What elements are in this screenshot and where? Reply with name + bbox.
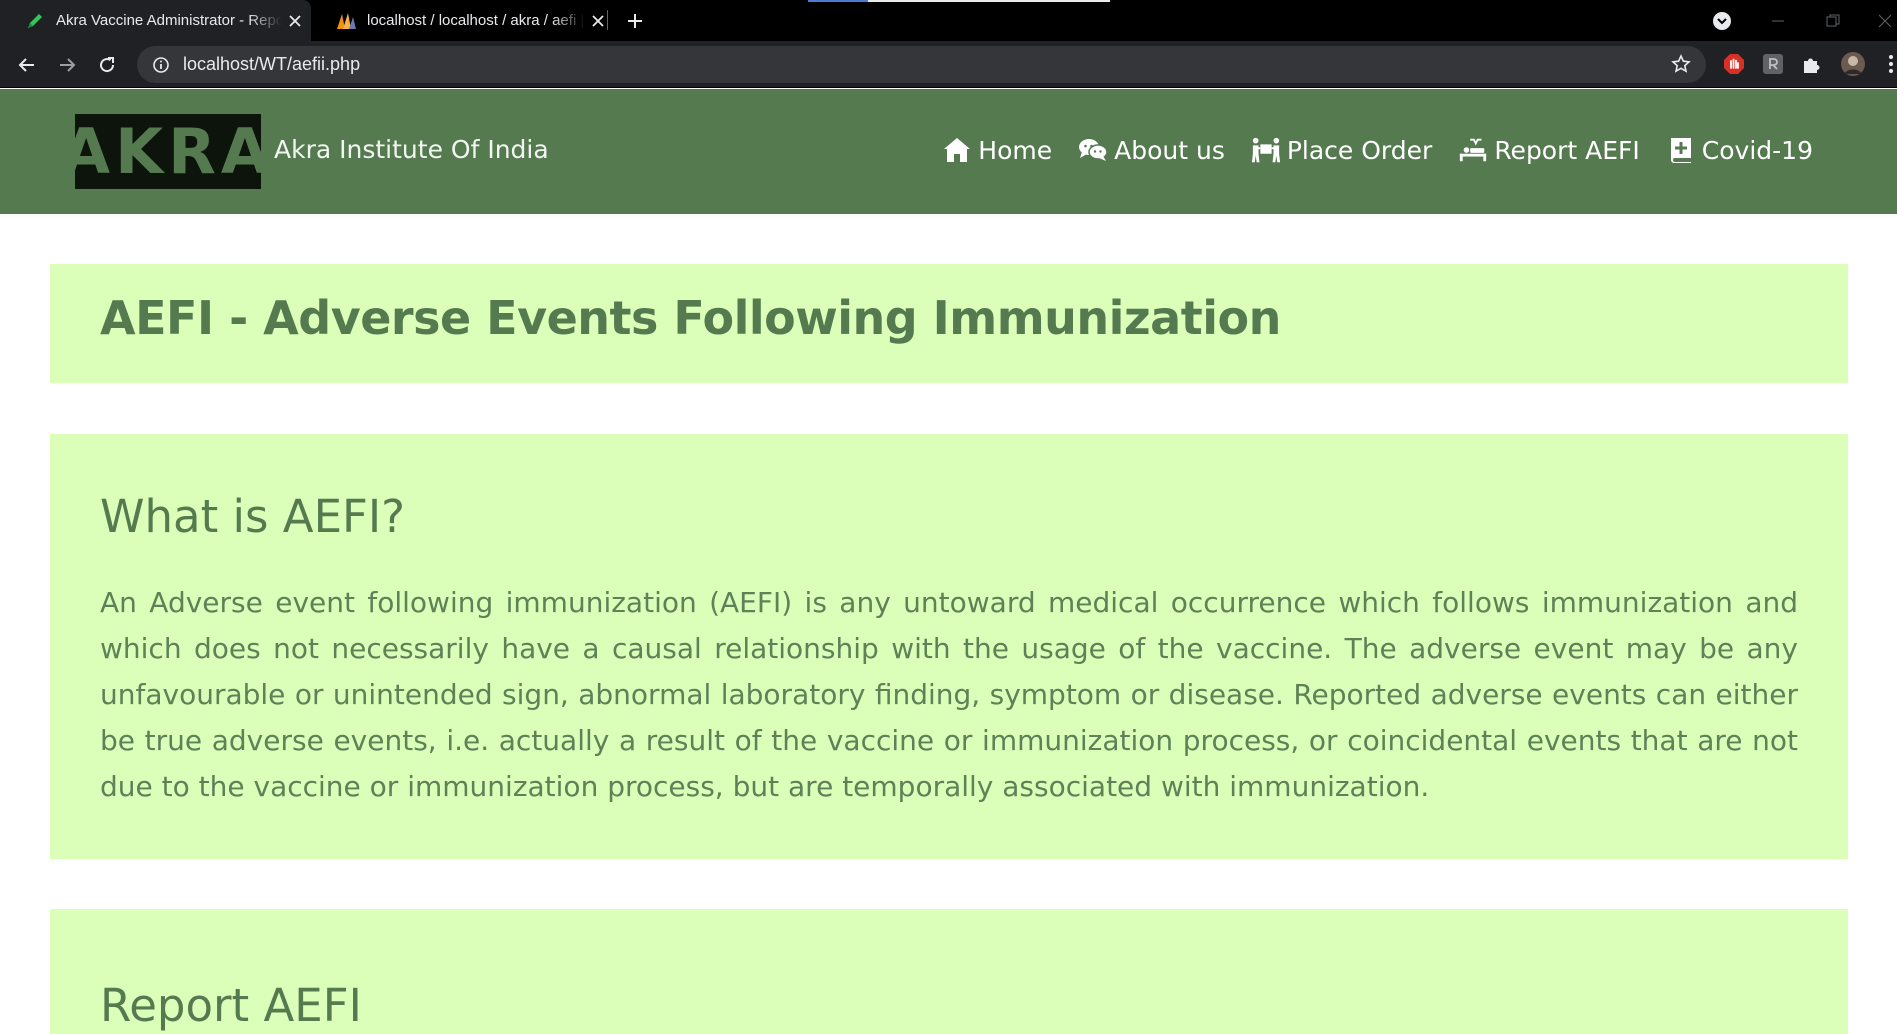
people-carry-icon bbox=[1251, 135, 1281, 165]
tab-akra-vaccine[interactable]: Akra Vaccine Administrator - Report AEFI bbox=[0, 0, 311, 41]
close-icon[interactable] bbox=[286, 12, 304, 30]
extensions-puzzle-icon[interactable] bbox=[1799, 51, 1825, 77]
what-is-aefi-heading: What is AEFI? bbox=[100, 490, 406, 543]
arrow-right-icon bbox=[60, 58, 76, 72]
page-title-panel: AEFI - Adverse Events Following Immuniza… bbox=[50, 264, 1848, 383]
nav-home-label: Home bbox=[978, 135, 1053, 165]
info-icon[interactable] bbox=[151, 55, 171, 75]
page-title: AEFI - Adverse Events Following Immuniza… bbox=[100, 291, 1281, 345]
nav-place-order[interactable]: Place Order bbox=[1251, 135, 1432, 165]
minimize-button[interactable] bbox=[1765, 8, 1791, 34]
address-bar[interactable]: localhost/WT/aefii.php bbox=[137, 46, 1706, 83]
close-icon[interactable] bbox=[589, 12, 607, 30]
tab-title: localhost / localhost / akra / aefi | ph… bbox=[367, 12, 585, 29]
procedures-icon bbox=[1458, 135, 1488, 165]
reload-button[interactable] bbox=[91, 49, 123, 81]
reload-icon bbox=[100, 57, 115, 73]
nav-covid[interactable]: Covid-19 bbox=[1666, 135, 1813, 165]
plus-icon bbox=[628, 14, 642, 28]
site-name[interactable]: Akra Institute Of India bbox=[274, 135, 549, 164]
new-tab-button[interactable] bbox=[622, 8, 648, 34]
more-menu-icon[interactable] bbox=[1878, 51, 1897, 77]
close-icon bbox=[1878, 14, 1892, 28]
logo-text: AKRA bbox=[62, 114, 274, 188]
nav-report-aefi-label: Report AEFI bbox=[1494, 135, 1640, 165]
site-logo[interactable]: AKRA bbox=[62, 114, 269, 189]
report-aefi-panel: Report AEFI bbox=[50, 909, 1848, 1034]
site-header: AKRA Akra Institute Of India Home About … bbox=[0, 89, 1897, 214]
home-icon bbox=[942, 135, 972, 165]
nav-report-aefi[interactable]: Report AEFI bbox=[1458, 135, 1640, 165]
tab-title: Akra Vaccine Administrator - Report AEFI bbox=[56, 12, 282, 29]
forward-button[interactable] bbox=[51, 49, 83, 81]
arrow-left-icon bbox=[18, 58, 34, 72]
nav-about[interactable]: About us bbox=[1078, 135, 1225, 165]
minimize-icon bbox=[1772, 20, 1784, 22]
loading-indicator bbox=[808, 0, 1110, 2]
tab-divider bbox=[607, 10, 608, 30]
medical-book-icon bbox=[1666, 135, 1696, 165]
what-is-aefi-body: An Adverse event following immunization … bbox=[100, 586, 1798, 803]
nav-covid-label: Covid-19 bbox=[1701, 135, 1813, 165]
restore-button[interactable] bbox=[1820, 8, 1846, 34]
nav-place-order-label: Place Order bbox=[1286, 135, 1433, 165]
back-button[interactable] bbox=[11, 49, 43, 81]
close-window-button[interactable] bbox=[1872, 8, 1897, 34]
pen-icon bbox=[24, 10, 46, 32]
nav-about-label: About us bbox=[1114, 135, 1225, 165]
avatar[interactable] bbox=[1840, 51, 1866, 77]
extension-r-icon[interactable] bbox=[1760, 51, 1786, 77]
main-nav: Home About us Place Order Report AEFI Co… bbox=[942, 135, 1813, 165]
report-aefi-heading: Report AEFI bbox=[100, 979, 362, 1032]
phpmyadmin-icon bbox=[335, 10, 357, 32]
chevron-down-circle-icon bbox=[1713, 12, 1731, 30]
chat-icon bbox=[1078, 135, 1108, 165]
browser-tabstrip: Akra Vaccine Administrator - Report AEFI… bbox=[0, 0, 1897, 41]
browser-toolbar: localhost/WT/aefii.php bbox=[0, 41, 1897, 88]
what-is-aefi-panel: What is AEFI? An Adverse event following… bbox=[50, 434, 1848, 859]
adblock-extension-icon[interactable] bbox=[1721, 51, 1747, 77]
restore-icon bbox=[1826, 14, 1840, 27]
tab-search-button[interactable] bbox=[1709, 8, 1735, 34]
tab-phpmyadmin[interactable]: localhost / localhost / akra / aefi | ph… bbox=[311, 0, 607, 41]
bookmark-star-icon[interactable] bbox=[1670, 53, 1692, 75]
nav-home[interactable]: Home bbox=[942, 135, 1052, 165]
url-text[interactable]: localhost/WT/aefii.php bbox=[183, 54, 360, 75]
